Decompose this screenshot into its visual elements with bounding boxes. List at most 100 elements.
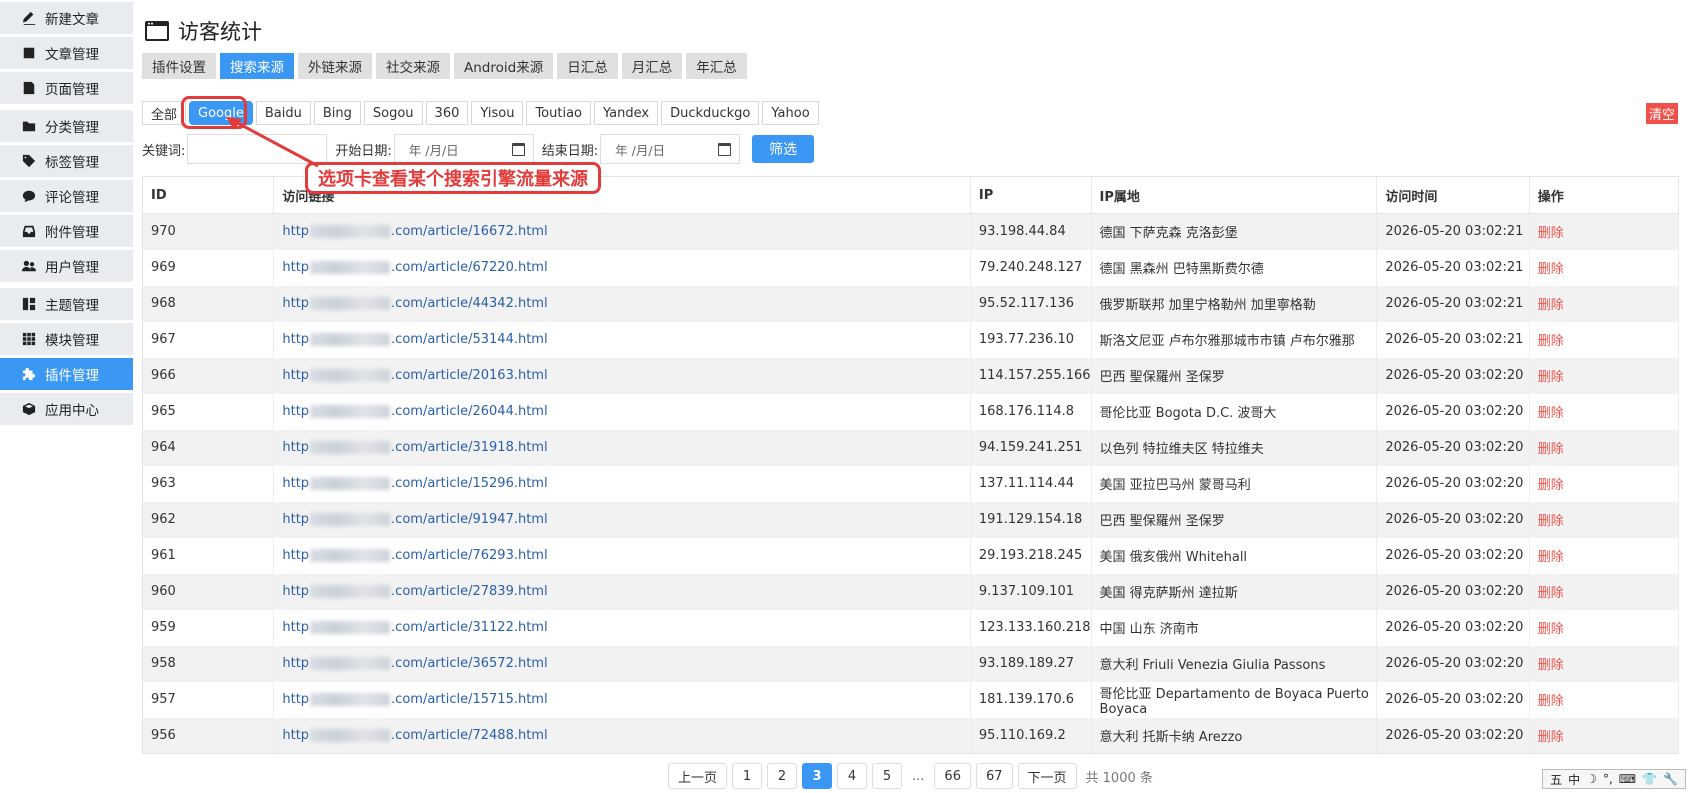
delete-button[interactable]: 删除 — [1529, 681, 1680, 718]
page-icon — [22, 81, 36, 95]
cell-ip: 193.77.236.10 — [970, 321, 1092, 358]
start-date-label: 开始日期: — [335, 143, 392, 159]
ime-moon-icon[interactable]: ☽ — [1586, 772, 1597, 786]
cell-time: 2026-05-20 03:02:21 — [1376, 249, 1530, 286]
redacted-domain — [310, 369, 391, 382]
cell-link[interactable]: http .com/article/16672.html — [273, 213, 971, 250]
engine-360[interactable]: 360 — [425, 101, 469, 125]
sidebar-item-users[interactable]: 用户管理 — [0, 250, 133, 282]
tab-social-source[interactable]: 社交来源 — [376, 53, 450, 79]
cell-ip: 93.189.189.27 — [970, 645, 1092, 682]
sidebar-item-categories[interactable]: 分类管理 — [0, 110, 133, 142]
delete-button[interactable]: 删除 — [1529, 573, 1680, 610]
cell-ip: 191.129.154.18 — [970, 501, 1092, 538]
delete-button[interactable]: 删除 — [1529, 609, 1680, 646]
filter-button[interactable]: 筛选 — [752, 135, 815, 163]
delete-button[interactable]: 删除 — [1529, 393, 1680, 430]
ime-punct-icon[interactable]: °, — [1603, 772, 1613, 786]
delete-button[interactable]: 删除 — [1529, 285, 1680, 322]
clear-button[interactable]: 清空 — [1645, 103, 1678, 124]
users-icon — [22, 259, 36, 273]
sidebar-item-articles[interactable]: 文章管理 — [0, 37, 133, 69]
link-path: .com/article/36572.html — [391, 656, 548, 671]
cell-link[interactable]: http .com/article/15296.html — [273, 465, 971, 502]
delete-button[interactable]: 删除 — [1529, 501, 1680, 538]
delete-button[interactable]: 删除 — [1529, 213, 1680, 250]
ime-tools-icon[interactable]: 🔧 — [1663, 772, 1678, 786]
engine-yisou[interactable]: Yisou — [471, 101, 524, 125]
engine-sogou[interactable]: Sogou — [363, 101, 423, 125]
tab-android-source[interactable]: Android来源 — [454, 53, 554, 79]
page-5[interactable]: 5 — [872, 763, 903, 789]
page-2[interactable]: 2 — [767, 763, 798, 789]
tab-search-source[interactable]: 搜索来源 — [220, 53, 294, 79]
ime-keyboard-icon[interactable]: ⌨ — [1619, 772, 1636, 786]
engine-yandex[interactable]: Yandex — [594, 101, 659, 125]
cell-link[interactable]: http .com/article/91947.html — [273, 501, 971, 538]
cell-id: 967 — [142, 321, 275, 358]
delete-button[interactable]: 删除 — [1529, 717, 1680, 754]
end-date-input[interactable]: 年 /月/日 — [600, 134, 741, 164]
delete-button[interactable]: 删除 — [1529, 645, 1680, 682]
sidebar-item-tags[interactable]: 标签管理 — [0, 145, 133, 177]
sidebar-item-attachments[interactable]: 附件管理 — [0, 215, 133, 247]
cell-link[interactable]: http .com/article/36572.html — [273, 645, 971, 682]
sidebar-item-plugins[interactable]: 插件管理 — [0, 358, 133, 390]
page-67[interactable]: 67 — [975, 763, 1013, 789]
cell-time: 2026-05-20 03:02:21 — [1376, 213, 1530, 250]
prev-page-button[interactable]: 上一页 — [668, 763, 728, 789]
tab-monthly-summary[interactable]: 月汇总 — [621, 53, 683, 79]
cell-link[interactable]: http .com/article/67220.html — [273, 249, 971, 286]
delete-button[interactable]: 删除 — [1529, 321, 1680, 358]
sidebar-item-themes[interactable]: 主题管理 — [0, 288, 133, 320]
redacted-domain — [310, 728, 391, 742]
cell-id: 966 — [142, 357, 275, 394]
start-date-input[interactable]: 年 /月/日 — [393, 134, 534, 164]
cell-link[interactable]: http .com/article/76293.html — [273, 537, 971, 574]
cell-link[interactable]: http .com/article/53144.html — [273, 321, 971, 358]
sidebar-item-modules[interactable]: 模块管理 — [0, 323, 133, 355]
cell-link[interactable]: http .com/article/44342.html — [273, 285, 971, 322]
cell-link[interactable]: http .com/article/72488.html — [273, 717, 971, 754]
tab-external-links[interactable]: 外链来源 — [298, 53, 372, 79]
cell-link[interactable]: http .com/article/15715.html — [273, 681, 971, 718]
engine-all[interactable]: 全部 — [142, 101, 187, 125]
delete-button[interactable]: 删除 — [1529, 537, 1680, 574]
table-row: 966 http .com/article/20163.html 114.157.25… — [142, 357, 1680, 394]
sidebar-item-comments[interactable]: 评论管理 — [0, 180, 133, 212]
table-row: 968 http .com/article/44342.html 95.52.117.… — [142, 285, 1680, 322]
calendar-icon[interactable] — [718, 142, 732, 156]
sidebar-item-label: 页面管理 — [45, 82, 99, 98]
next-page-button[interactable]: 下一页 — [1017, 763, 1077, 789]
tab-daily-summary[interactable]: 日汇总 — [557, 53, 618, 79]
delete-button[interactable]: 删除 — [1529, 357, 1680, 394]
cell-link[interactable]: http .com/article/26044.html — [273, 393, 971, 430]
engine-toutiao[interactable]: Toutiao — [526, 101, 591, 125]
cell-link[interactable]: http .com/article/31918.html — [273, 429, 971, 466]
delete-button[interactable]: 删除 — [1529, 429, 1680, 466]
cell-location: 俄罗斯联邦 加里宁格勒州 加里寧格勒 — [1091, 285, 1378, 322]
calendar-icon[interactable] — [511, 142, 525, 156]
delete-button[interactable]: 删除 — [1529, 465, 1680, 502]
engine-yahoo[interactable]: Yahoo — [762, 101, 819, 125]
engine-duckduckgo[interactable]: Duckduckgo — [661, 101, 760, 125]
redacted-domain — [310, 477, 391, 490]
ime-skin-icon[interactable]: 👕 — [1642, 772, 1657, 786]
sidebar-item-new-article[interactable]: 新建文章 — [0, 2, 133, 34]
sidebar-item-app-center[interactable]: 应用中心 — [0, 393, 133, 425]
tab-plugin-settings[interactable]: 插件设置 — [142, 53, 216, 79]
redacted-domain — [310, 405, 391, 418]
link-prefix: http — [282, 620, 310, 635]
page-3[interactable]: 3 — [802, 763, 833, 789]
cell-link[interactable]: http .com/article/20163.html — [273, 357, 971, 394]
ime-chinese-icon[interactable]: 中 — [1568, 771, 1580, 788]
page-4[interactable]: 4 — [837, 763, 868, 789]
cell-link[interactable]: http .com/article/27839.html — [273, 573, 971, 610]
tab-yearly-summary[interactable]: 年汇总 — [686, 53, 747, 79]
page-66[interactable]: 66 — [934, 763, 971, 789]
cell-link[interactable]: http .com/article/31122.html — [273, 609, 971, 646]
sidebar-item-pages[interactable]: 页面管理 — [0, 72, 133, 104]
delete-button[interactable]: 删除 — [1529, 249, 1680, 286]
ime-wubi-icon[interactable]: 五 — [1550, 771, 1562, 788]
page-1[interactable]: 1 — [732, 763, 763, 789]
